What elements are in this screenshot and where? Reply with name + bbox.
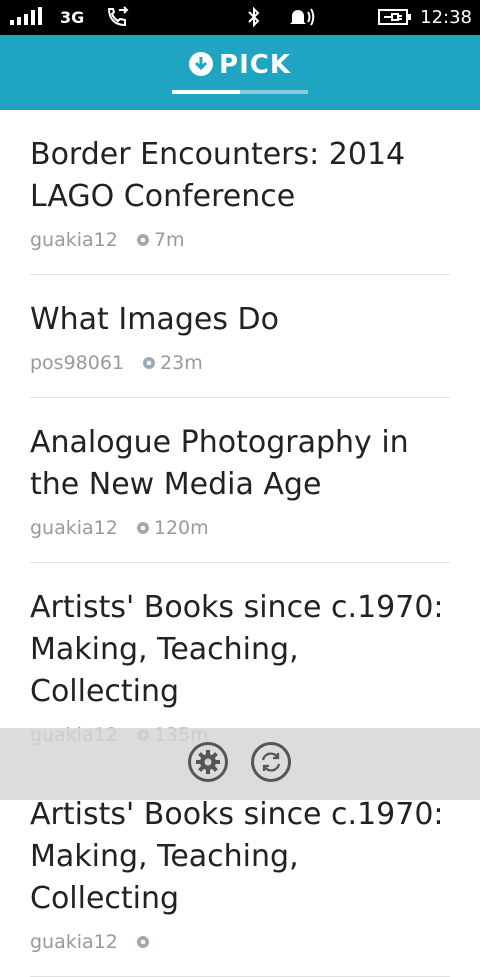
location-pin-icon [136, 234, 149, 246]
item-user: pos98061 [30, 352, 125, 374]
item-distance: 23m [160, 352, 203, 374]
item-user: guakia12 [30, 931, 118, 953]
status-bar: 3G 12:38 [0, 0, 480, 35]
download-arrow-icon [189, 52, 214, 76]
item-meta: guakia12 [30, 920, 450, 976]
list-item[interactable]: What Images Do pos98061 23m [30, 275, 450, 398]
item-title: What Images Do [30, 302, 279, 337]
list-item[interactable]: Artists' Books since c.1970: Making, Tea… [30, 770, 450, 977]
item-user: guakia12 [30, 517, 118, 539]
battery-charging-icon [378, 9, 411, 25]
clock: 12:38 [420, 7, 472, 28]
settings-button[interactable] [188, 742, 228, 782]
item-distance: 120m [153, 517, 209, 539]
refresh-icon [261, 752, 281, 772]
item-title: Artists' Books since c.1970: Making, Tea… [30, 590, 444, 709]
settings-icon [196, 750, 220, 774]
item-meta: pos98061 23m [30, 341, 450, 397]
location-pin-icon [143, 357, 156, 369]
signal-strength-icon [10, 7, 42, 25]
call-forwarding-icon [107, 6, 129, 27]
page-title-text: PICK [219, 50, 291, 80]
network-type: 3G [60, 8, 85, 27]
location-pin-icon [136, 522, 149, 534]
item-title: Border Encounters: 2014 LAGO Conference [30, 137, 406, 214]
ringer-icon [290, 8, 315, 26]
page-title: PICK [0, 50, 480, 80]
pivot-indicator-fill [172, 90, 240, 94]
item-title: Analogue Photography in the New Media Ag… [30, 425, 409, 502]
app-header: PICK [0, 35, 480, 110]
item-list[interactable]: Border Encounters: 2014 LAGO Conference … [30, 110, 450, 977]
item-meta: guakia12 7m [30, 218, 450, 274]
pivot-indicator [172, 90, 308, 94]
app-bar [0, 728, 480, 800]
list-item[interactable]: Analogue Photography in the New Media Ag… [30, 398, 450, 563]
item-user: guakia12 [30, 229, 118, 251]
list-item[interactable]: Border Encounters: 2014 LAGO Conference … [30, 110, 450, 275]
item-distance: 7m [153, 229, 185, 251]
refresh-button[interactable] [251, 742, 291, 782]
location-pin-icon [136, 936, 149, 948]
item-meta: guakia12 120m [30, 506, 450, 562]
bluetooth-icon [248, 6, 260, 28]
